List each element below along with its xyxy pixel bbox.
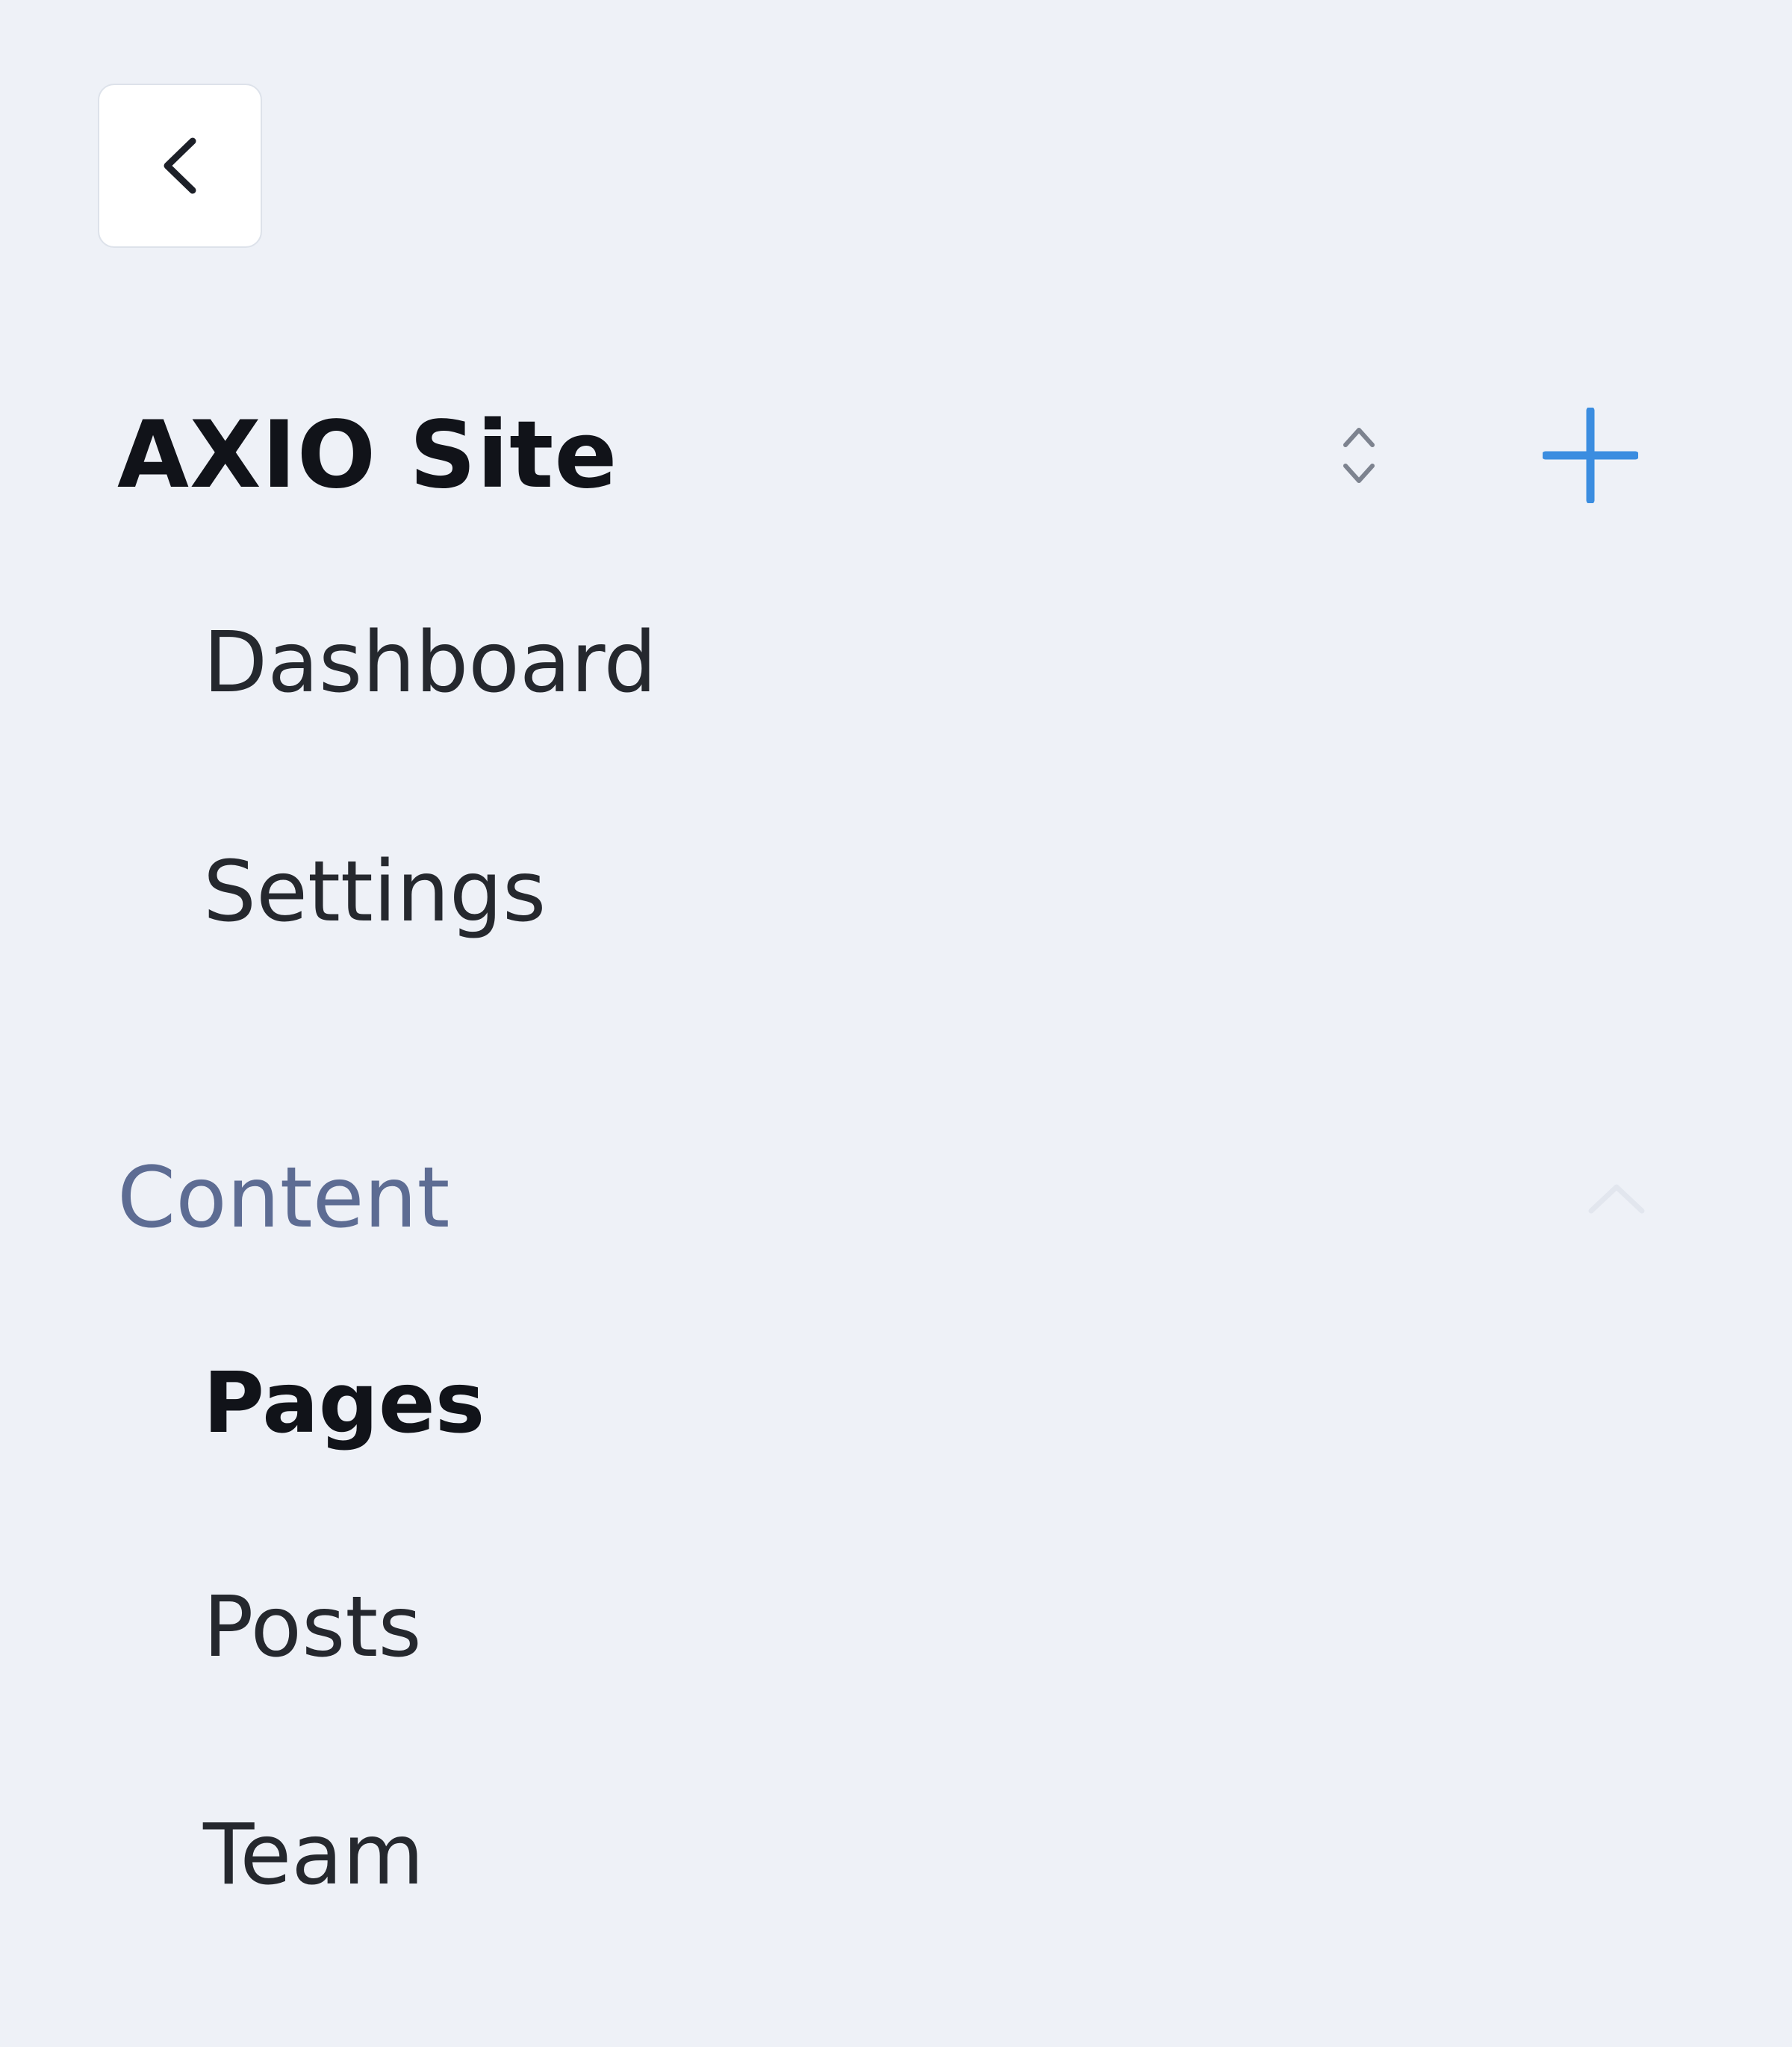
section-label: Content [117,1150,450,1247]
nav-item-posts[interactable]: Posts [203,1579,422,1676]
plus-icon [1543,408,1638,503]
site-title: AXIO Site [117,402,618,509]
nav-item-label: Pages [203,1355,485,1452]
add-button[interactable] [1538,403,1643,508]
nav-item-label: Dashboard [203,614,657,711]
chevron-up-icon [1588,1184,1645,1214]
nav-item-team[interactable]: Team [203,1807,424,1904]
nav-item-pages[interactable]: Pages [203,1355,485,1452]
nav-item-label: Settings [203,844,547,941]
nav-item-dashboard[interactable]: Dashboard [203,614,657,711]
back-button[interactable] [98,84,262,248]
site-switcher-button[interactable] [1325,414,1393,496]
nav-item-label: Team [203,1807,425,1904]
chevron-up-down-icon [1343,428,1375,483]
nav-item-label: Posts [203,1579,422,1676]
sidebar: AXIO Site Dashboard Settings Content Pag… [0,0,1792,2047]
section-header-content[interactable]: Content [117,1150,1648,1247]
nav-item-settings[interactable]: Settings [203,844,546,941]
chevron-left-icon [164,137,196,194]
section-collapse-toggle[interactable] [1585,1180,1648,1217]
